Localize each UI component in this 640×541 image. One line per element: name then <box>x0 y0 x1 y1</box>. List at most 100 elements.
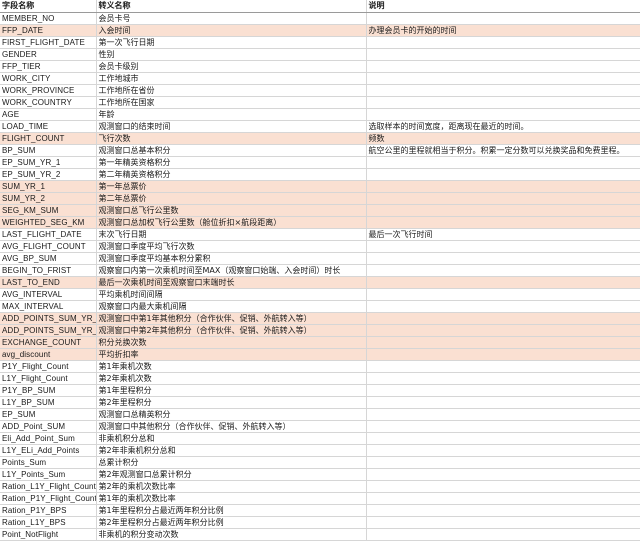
table-row[interactable]: L1Y_Flight_Count 第2年乘机次数 <box>0 372 640 385</box>
cell-description[interactable] <box>366 492 640 505</box>
cell-description[interactable]: 办理会员卡的开始的时间 <box>366 24 640 37</box>
table-row[interactable]: MAX_INTERVAL 观察窗口内最大乘机间隔 <box>0 300 640 313</box>
cell-translation-name[interactable]: 第一年总票价 <box>96 180 367 193</box>
cell-description[interactable]: 航空公里的里程就相当于积分。积累一定分数可以兑换奖品和免费里程。 <box>366 144 640 157</box>
cell-field-name[interactable]: WORK_COUNTRY <box>0 96 97 109</box>
cell-translation-name[interactable]: 工作地所在省份 <box>96 84 367 97</box>
cell-description[interactable] <box>366 528 640 541</box>
cell-translation-name[interactable]: 观测窗口中其他积分（合作伙伴、促销、外航转入等） <box>96 420 367 433</box>
cell-field-name[interactable]: ADD_POINTS_SUM_YR_2 <box>0 324 97 337</box>
cell-description[interactable] <box>366 516 640 529</box>
cell-translation-name[interactable]: 性别 <box>96 48 367 61</box>
cell-translation-name[interactable]: 年龄 <box>96 108 367 121</box>
cell-translation-name[interactable]: 第2年里程积分占最近两年积分比例 <box>96 516 367 529</box>
table-row[interactable]: Ration_L1Y_BPS 第2年里程积分占最近两年积分比例 <box>0 516 640 529</box>
cell-description[interactable] <box>366 12 640 25</box>
cell-field-name[interactable]: Ration_L1Y_Flight_Count <box>0 480 97 493</box>
cell-field-name[interactable]: MAX_INTERVAL <box>0 300 97 313</box>
cell-field-name[interactable]: Eli_Add_Point_Sum <box>0 432 97 445</box>
cell-translation-name[interactable]: 平均折扣率 <box>96 348 367 361</box>
table-row[interactable]: P1Y_Flight_Count 第1年乘机次数 <box>0 360 640 373</box>
cell-field-name[interactable]: P1Y_Flight_Count <box>0 360 97 373</box>
table-row[interactable]: L1Y_Points_Sum 第2年观测窗口总累计积分 <box>0 468 640 481</box>
cell-translation-name[interactable]: 第2年乘机次数 <box>96 372 367 385</box>
table-row[interactable]: MEMBER_NO 会员卡号 <box>0 12 640 25</box>
cell-description[interactable] <box>366 240 640 253</box>
cell-field-name[interactable]: Ration_P1Y_Flight_Count <box>0 492 97 505</box>
cell-description[interactable] <box>366 108 640 121</box>
table-row[interactable]: SUM_YR_2 第二年总票价 <box>0 192 640 205</box>
cell-translation-name[interactable]: 平均乘机时间间隔 <box>96 288 367 301</box>
cell-description[interactable] <box>366 276 640 289</box>
table-row[interactable]: L1Y_ELi_Add_Points 第2年非乘机积分总和 <box>0 444 640 457</box>
cell-description[interactable] <box>366 180 640 193</box>
cell-field-name[interactable]: L1Y_Flight_Count <box>0 372 97 385</box>
table-row[interactable]: EXCHANGE_COUNT 积分兑换次数 <box>0 336 640 349</box>
cell-translation-name[interactable]: 观测窗口总基本积分 <box>96 144 367 157</box>
cell-translation-name[interactable]: 末次飞行日期 <box>96 228 367 241</box>
table-row[interactable]: FIRST_FLIGHT_DATE 第一次飞行日期 <box>0 36 640 49</box>
cell-translation-name[interactable]: 第2年观测窗口总累计积分 <box>96 468 367 481</box>
cell-field-name[interactable]: L1Y_ELi_Add_Points <box>0 444 97 457</box>
table-row[interactable]: Ration_P1Y_Flight_Count 第1年的乘机次数比率 <box>0 492 640 505</box>
cell-description[interactable] <box>366 60 640 73</box>
cell-translation-name[interactable]: 观察窗口内最大乘机间隔 <box>96 300 367 313</box>
cell-description[interactable] <box>366 372 640 385</box>
cell-description[interactable] <box>366 216 640 229</box>
cell-translation-name[interactable]: 观测窗口的结束时间 <box>96 120 367 133</box>
cell-translation-name[interactable]: 工作地所在国家 <box>96 96 367 109</box>
cell-translation-name[interactable]: 第1年里程积分占最近两年积分比例 <box>96 504 367 517</box>
cell-translation-name[interactable]: 第1年的乘机次数比率 <box>96 492 367 505</box>
cell-description[interactable] <box>366 408 640 421</box>
cell-field-name[interactable]: AVG_FLIGHT_COUNT <box>0 240 97 253</box>
cell-description[interactable] <box>366 504 640 517</box>
table-row[interactable]: LOAD_TIME 观测窗口的结束时间 选取样本的时间宽度，距离现在最近的时间。 <box>0 120 640 133</box>
table-row[interactable]: EP_SUM 观测窗口总精英积分 <box>0 408 640 421</box>
cell-translation-name[interactable]: 观测窗口季度平均飞行次数 <box>96 240 367 253</box>
cell-translation-name[interactable]: 观测窗口中第2年其他积分（合作伙伴、促销、外航转入等） <box>96 324 367 337</box>
cell-description[interactable]: 频数 <box>366 132 640 145</box>
table-row[interactable]: ADD_Point_SUM 观测窗口中其他积分（合作伙伴、促销、外航转入等） <box>0 420 640 433</box>
cell-description[interactable] <box>366 192 640 205</box>
cell-field-name[interactable]: BP_SUM <box>0 144 97 157</box>
cell-translation-name[interactable]: 第2年的乘机次数比率 <box>96 480 367 493</box>
cell-description[interactable] <box>366 432 640 445</box>
cell-translation-name[interactable]: 入会时间 <box>96 24 367 37</box>
table-row[interactable]: EP_SUM_YR_1 第一年精英资格积分 <box>0 156 640 169</box>
table-row[interactable]: GENDER 性别 <box>0 48 640 61</box>
table-row[interactable]: WORK_COUNTRY 工作地所在国家 <box>0 96 640 109</box>
table-row[interactable]: AVG_INTERVAL 平均乘机时间间隔 <box>0 288 640 301</box>
table-row[interactable]: LAST_FLIGHT_DATE 末次飞行日期 最后一次飞行时间 <box>0 228 640 241</box>
table-row[interactable]: BEGIN_TO_FRIST 观察窗口内第一次乘机时间至MAX（观察窗口始端、入会… <box>0 264 640 277</box>
table-row[interactable]: LAST_TO_END 最后一次乘机时间至观察窗口末端时长 <box>0 276 640 289</box>
cell-field-name[interactable]: FFP_DATE <box>0 24 97 37</box>
table-row[interactable]: AVG_BP_SUM 观测窗口季度平均基本积分累积 <box>0 252 640 265</box>
cell-description[interactable] <box>366 168 640 181</box>
cell-translation-name[interactable]: 第1年乘机次数 <box>96 360 367 373</box>
cell-field-name[interactable]: SUM_YR_1 <box>0 180 97 193</box>
cell-description[interactable] <box>366 396 640 409</box>
cell-translation-name[interactable]: 积分兑换次数 <box>96 336 367 349</box>
cell-field-name[interactable]: GENDER <box>0 48 97 61</box>
cell-field-name[interactable]: EP_SUM_YR_1 <box>0 156 97 169</box>
cell-field-name[interactable]: LOAD_TIME <box>0 120 97 133</box>
cell-field-name[interactable]: FLIGHT_COUNT <box>0 132 97 145</box>
cell-description[interactable] <box>366 72 640 85</box>
cell-translation-name[interactable]: 第1年里程积分 <box>96 384 367 397</box>
table-row[interactable]: SUM_YR_1 第一年总票价 <box>0 180 640 193</box>
cell-field-name[interactable]: AVG_INTERVAL <box>0 288 97 301</box>
cell-description[interactable] <box>366 36 640 49</box>
cell-field-name[interactable]: MEMBER_NO <box>0 12 97 25</box>
cell-description[interactable]: 最后一次飞行时间 <box>366 228 640 241</box>
table-row[interactable]: WEIGHTED_SEG_KM 观测窗口总加权飞行公里数（舱位折扣×航段距离） <box>0 216 640 229</box>
table-row[interactable]: FFP_DATE 入会时间 办理会员卡的开始的时间 <box>0 24 640 37</box>
table-row[interactable]: ADD_POINTS_SUM_YR_1 观测窗口中第1年其他积分（合作伙伴、促销、… <box>0 312 640 325</box>
cell-translation-name[interactable]: 观测窗口总飞行公里数 <box>96 204 367 217</box>
cell-translation-name[interactable]: 观察窗口内第一次乘机时间至MAX（观察窗口始端、入会时间）时长 <box>96 264 367 277</box>
cell-description[interactable] <box>366 384 640 397</box>
cell-field-name[interactable]: ADD_Point_SUM <box>0 420 97 433</box>
cell-translation-name[interactable]: 第一年精英资格积分 <box>96 156 367 169</box>
table-row[interactable]: AGE 年龄 <box>0 108 640 121</box>
cell-translation-name[interactable]: 会员卡号 <box>96 12 367 25</box>
table-row[interactable]: FFP_TIER 会员卡级别 <box>0 60 640 73</box>
